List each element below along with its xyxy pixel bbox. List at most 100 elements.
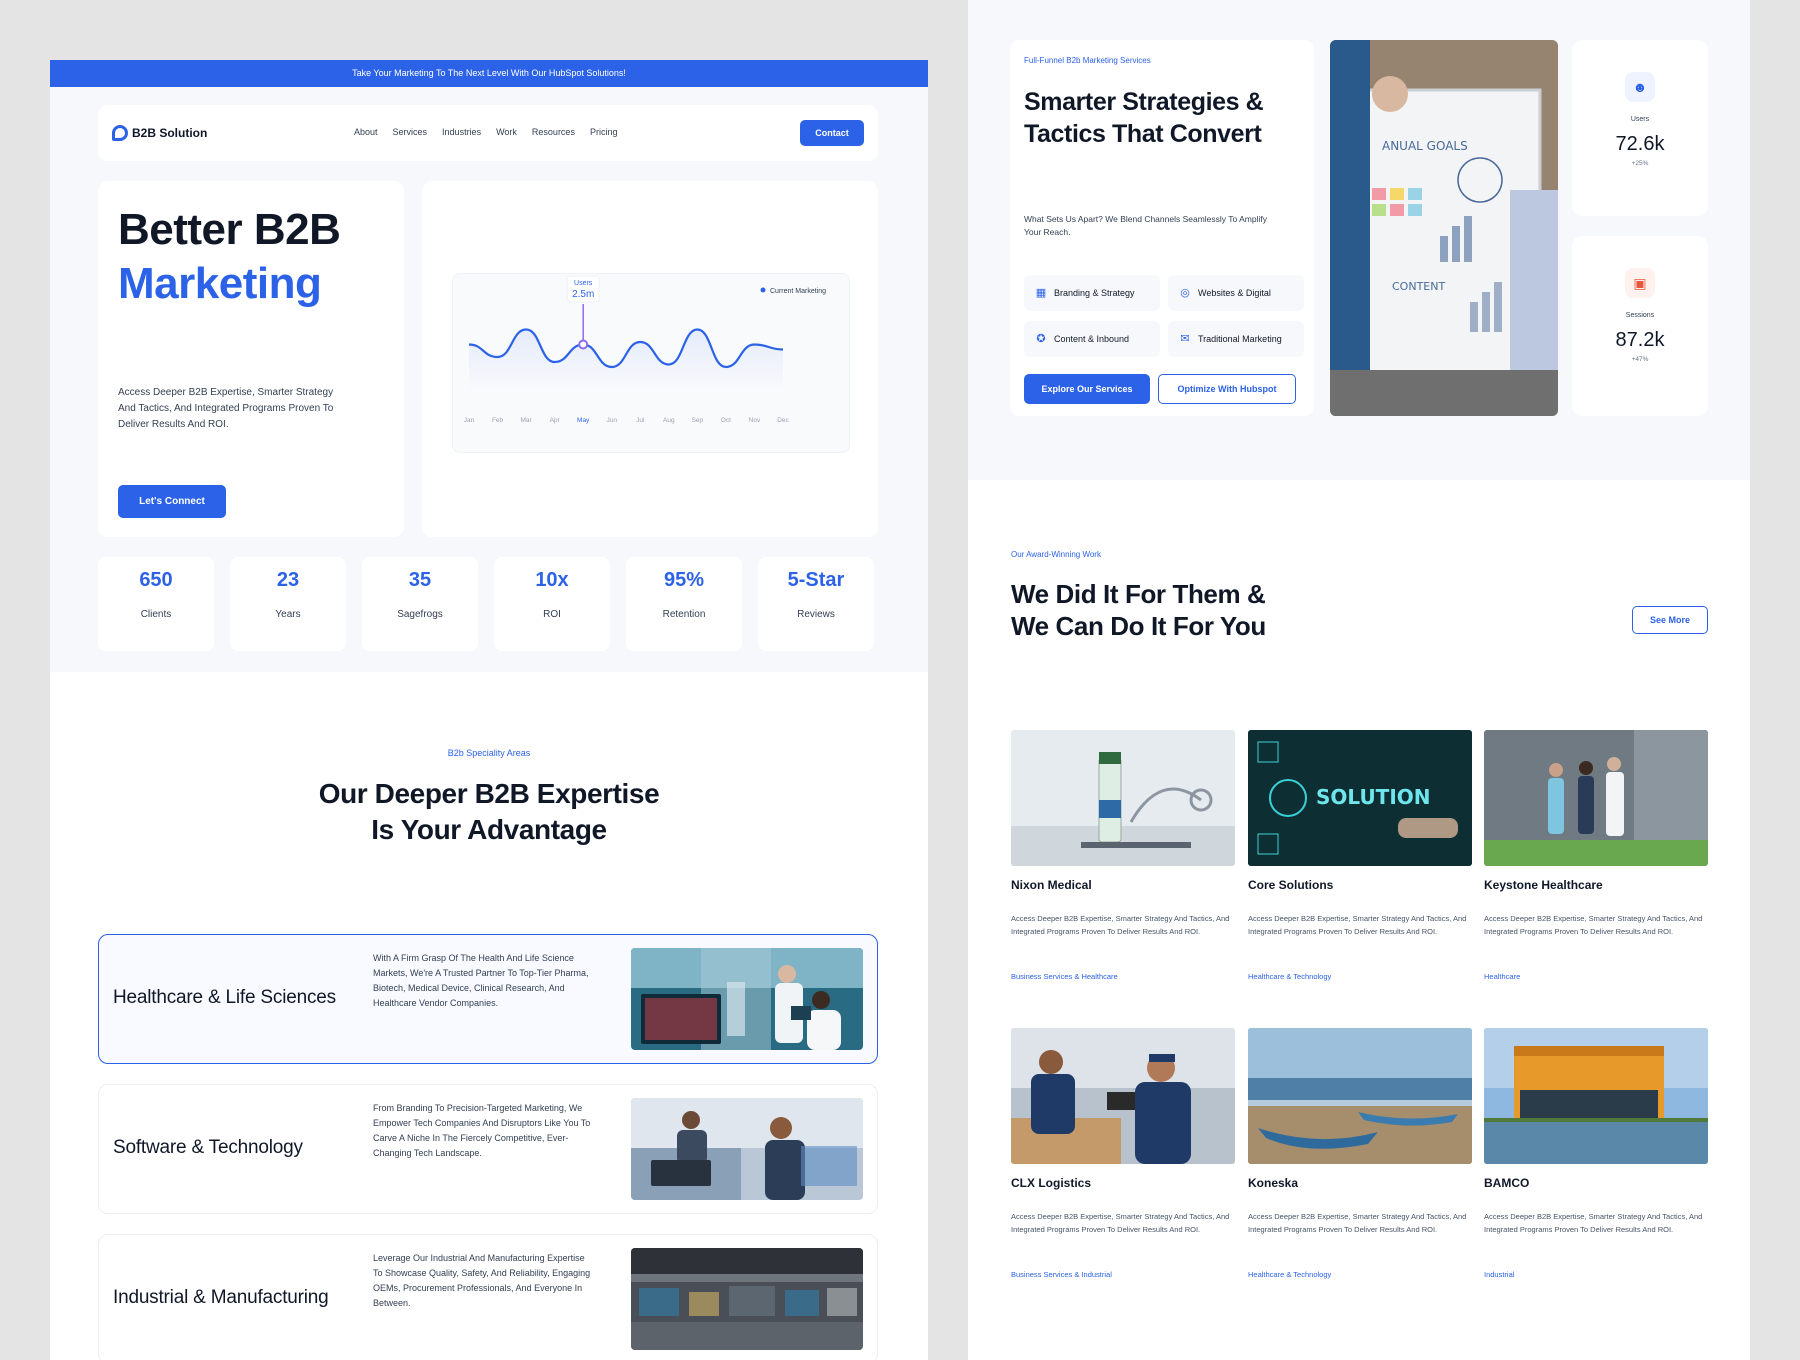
expertise-title-line2: Is Your Advantage [371,814,607,845]
area-title: Healthcare & Life Sciences [113,987,336,1008]
case-tag[interactable]: Healthcare & Technology [1248,972,1472,981]
case-tag[interactable]: Business Services & Healthcare [1011,972,1235,981]
x-tick-mar: Mar [520,417,532,424]
logo-text: B2B Solution [132,126,208,140]
stats-row: 650 Clients 23 Years 35 Sagefrogs 10x RO… [98,557,874,651]
tag-label: Content & Inbound [1054,334,1130,344]
nav-link-work[interactable]: Work [496,127,517,137]
optimize-hubspot-button[interactable]: Optimize With Hubspot [1158,374,1296,404]
kpi-change: +25% [1631,160,1649,167]
kpi-sessions: ▣ Sessions 87.2k +47% [1572,236,1708,416]
area-healthcare[interactable]: Healthcare & Life Sciences With A Firm G… [98,934,878,1064]
area-software[interactable]: Software & Technology From Branding To P… [98,1084,878,1214]
announcement-bar[interactable]: Take Your Marketing To The Next Level Wi… [50,60,928,87]
x-tick-sep: Sep [692,417,704,424]
tag-content-inbound[interactable]: ✪ Content & Inbound [1024,321,1160,357]
healthcare-lab-image [631,948,863,1050]
delivery-worker-image [1011,1028,1235,1164]
case-keystone-healthcare[interactable]: Keystone Healthcare Access Deeper B2B Ex… [1484,730,1708,981]
board-text-content: CONTENT [1392,280,1445,293]
services-title-line1: Smarter Strategies & [1024,88,1264,116]
expertise-title: Our Deeper B2B Expertise Is Your Advanta… [50,776,928,848]
area-description: With A Firm Grasp Of The Health And Life… [373,953,589,1008]
hero-title-line1: Better B2B [118,205,341,254]
stat-years: 23 Years [230,557,346,651]
stat-roi: 10x ROI [494,557,610,651]
area-description: From Branding To Precision-Targeted Mark… [373,1103,591,1158]
hero-description: Access Deeper B2B Expertise, Smarter Str… [118,387,334,430]
case-koneska[interactable]: Koneska Access Deeper B2B Expertise, Sma… [1248,1028,1472,1279]
line-chart: Users 2.5m Current Marketing Jan Feb Mar Ap… [452,273,850,453]
orange-building-image [1484,1028,1708,1164]
nav-link-about[interactable]: About [354,127,378,137]
stat-value: 650 [139,569,173,591]
stat-value: 95% [663,569,705,591]
solution-sign-text: SOLUTION [1316,785,1431,809]
tag-branding-strategy[interactable]: ▦ Branding & Strategy [1024,275,1160,311]
hero-card: Better B2B Marketing Access Deeper B2B E… [98,181,404,537]
tooltip-marker-dot[interactable] [578,339,589,350]
stat-retention: 95% Retention [626,557,742,651]
logo-icon [112,125,128,141]
case-core-solutions[interactable]: SOLUTION Core Solutions Access Deeper B2… [1248,730,1472,981]
stat-value: 23 [276,569,300,591]
see-more-button[interactable]: See More [1632,606,1708,634]
tag-label: Branding & Strategy [1054,288,1135,298]
case-description: Access Deeper B2B Expertise, Smarter Str… [1484,914,1703,936]
tag-websites-digital[interactable]: ◎ Websites & Digital [1168,275,1304,311]
tag-label: Traditional Marketing [1198,334,1282,344]
work-title: We Did It For Them & We Can Do It For Yo… [1011,578,1266,642]
x-tick-jul: Jul [636,417,645,424]
kpi-change: +47% [1631,356,1649,363]
megaphone-icon: ✉ [1180,333,1190,345]
services-eyebrow: Full-Funnel B2b Marketing Services [1024,56,1151,65]
stat-value: 10x [535,569,569,591]
nav-links: About Services Industries Work Resources… [354,127,617,137]
explore-services-button[interactable]: Explore Our Services [1024,374,1150,404]
area-title: Software & Technology [113,1137,303,1158]
x-tick-aug: Aug [663,417,675,424]
badge-icon: ✪ [1036,333,1046,345]
services-title-line2: Tactics That Convert [1024,120,1262,148]
case-tag[interactable]: Industrial [1484,1270,1708,1279]
area-industrial[interactable]: Industrial & Manufacturing Leverage Our … [98,1234,878,1360]
case-name: Koneska [1248,1176,1299,1190]
case-tag[interactable]: Healthcare [1484,972,1708,981]
boats-shore-image [1248,1028,1472,1164]
logo[interactable]: B2B Solution [112,125,207,141]
case-clx-logistics[interactable]: CLX Logistics Access Deeper B2B Expertis… [1011,1028,1235,1279]
doctors-walking-image [1484,730,1708,866]
nav-link-pricing[interactable]: Pricing [590,127,618,137]
stat-label: Clients [140,609,172,620]
contact-button[interactable]: Contact [800,120,864,146]
tooltip-label: Users [574,280,593,287]
kpi-label: Users [1630,116,1650,123]
case-tag[interactable]: Business Services & Industrial [1011,1270,1235,1279]
case-description: Access Deeper B2B Expertise, Smarter Str… [1248,914,1467,936]
solution-screen-image: SOLUTION [1248,730,1472,866]
sessions-icon: ▣ [1625,268,1655,298]
case-nixon-medical[interactable]: Nixon Medical Access Deeper B2B Expertis… [1011,730,1235,981]
expertise-eyebrow: B2b Speciality Areas [447,748,531,758]
stat-label: Retention [662,609,706,620]
nav-link-services[interactable]: Services [393,127,428,137]
x-axis-ticks: Jan Feb Mar Apr May Jun Jul Aug Sep Oct Nov Dec [464,417,790,424]
globe-icon: ◎ [1180,287,1190,299]
line-chart-svg: Users 2.5m Current Marketing Jan Feb Mar Ap… [464,275,826,424]
x-tick-oct: Oct [721,417,731,424]
x-tick-jan: Jan [464,417,475,424]
case-bamco[interactable]: BAMCO Access Deeper B2B Expertise, Smart… [1484,1028,1708,1279]
stat-value: 35 [408,569,432,591]
nav-link-resources[interactable]: Resources [532,127,575,137]
tag-traditional-marketing[interactable]: ✉ Traditional Marketing [1168,321,1304,357]
nav-link-industries[interactable]: Industries [442,127,481,137]
left-page: Take Your Marketing To The Next Level Wi… [50,60,928,1360]
stat-label: Reviews [797,609,835,620]
lets-connect-button[interactable]: Let's Connect [118,485,226,518]
services-card: Full-Funnel B2b Marketing Services Smart… [1010,40,1314,416]
case-tag[interactable]: Healthcare & Technology [1248,1270,1472,1279]
kpi-value: 87.2k [1615,329,1665,351]
hero-title: Better B2B Marketing [118,203,341,311]
tag-label: Websites & Digital [1198,288,1271,298]
board-text-goals: ANUAL GOALS [1382,139,1468,153]
